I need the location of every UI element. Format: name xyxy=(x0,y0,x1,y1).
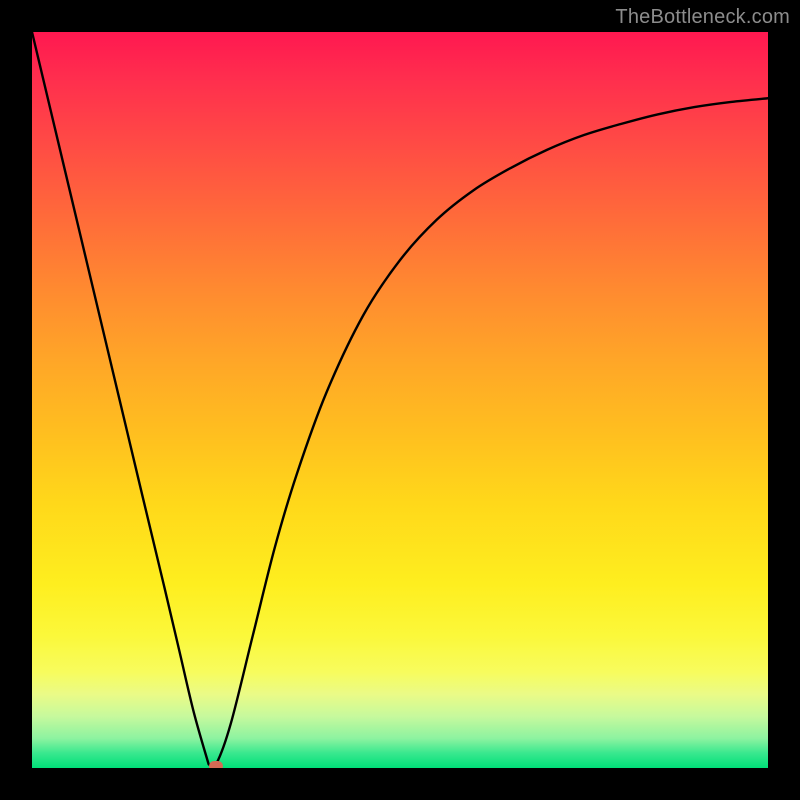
plot-area xyxy=(32,32,768,768)
chart-frame: TheBottleneck.com xyxy=(0,0,800,800)
bottleneck-curve xyxy=(32,32,768,768)
watermark-text: TheBottleneck.com xyxy=(615,6,790,29)
optimal-point-marker xyxy=(209,761,223,768)
